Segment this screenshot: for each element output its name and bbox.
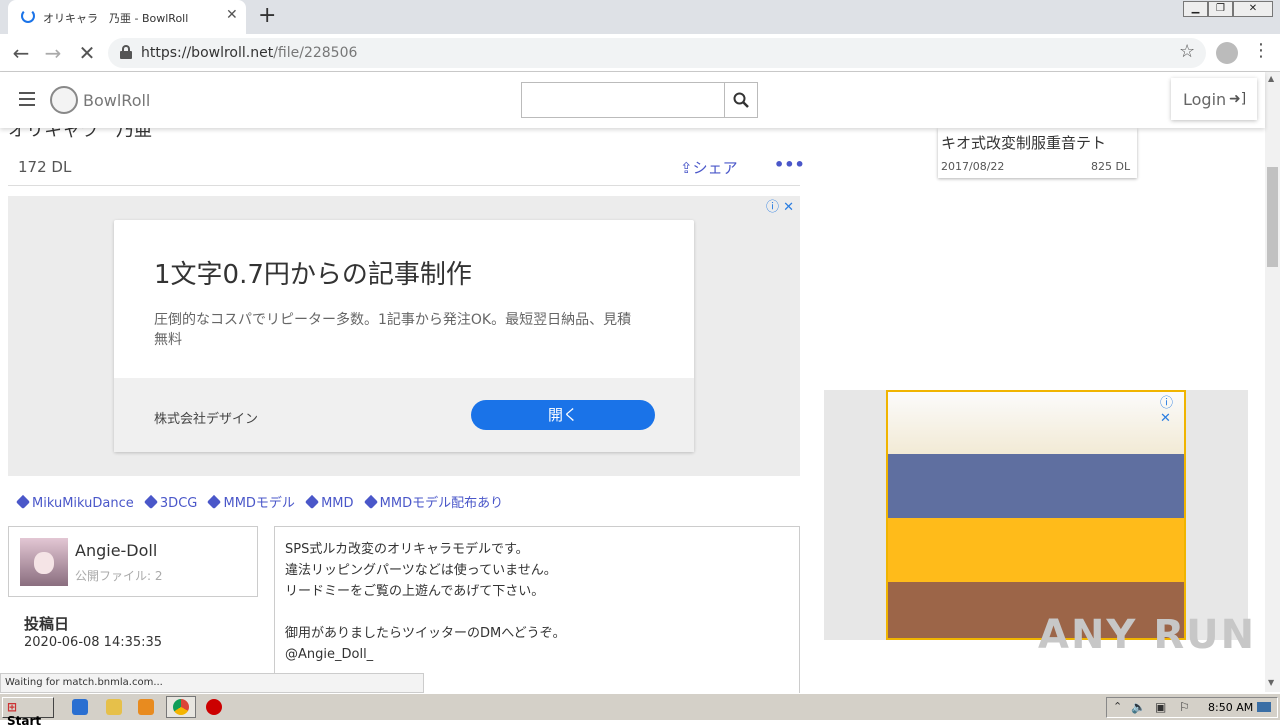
tag-item[interactable]: MikuMikuDance: [15, 494, 134, 511]
sign-in-icon: ➜]: [1229, 91, 1247, 107]
restore-button[interactable]: ❐: [1208, 1, 1233, 17]
tag-item[interactable]: MMDモデル配布あり: [363, 494, 503, 511]
tab-title: オリキャラ 乃亜 - BowlRoll: [43, 12, 189, 25]
profile-avatar-icon[interactable]: [1216, 42, 1238, 64]
more-options-button[interactable]: •••: [774, 155, 805, 174]
search-button[interactable]: [724, 82, 758, 118]
related-file-date: 2017/08/22: [941, 160, 1005, 173]
close-window-button[interactable]: ✕: [1233, 1, 1273, 17]
tag-icon: [143, 494, 158, 510]
volume-icon[interactable]: 🔈: [1131, 700, 1146, 714]
scroll-up-icon[interactable]: ▲: [1268, 74, 1274, 83]
advertisement-banner[interactable]: ⓘ ✕ 1文字0.7円からの記事制作 圧倒的なコスパでリピーター多数。1記事から…: [8, 196, 800, 476]
share-label: シェア: [692, 159, 738, 177]
tag-item[interactable]: MMDモデル: [207, 494, 295, 511]
sidebar-ad-frame: ⓘ ✕: [824, 390, 1248, 640]
tag-icon: [305, 494, 320, 510]
taskbar: ⊞ Start ⌃ 🔈 ▣ ⚐ 8:50 AM: [0, 693, 1280, 728]
hamburger-menu-icon[interactable]: [19, 92, 35, 106]
search-input[interactable]: [521, 82, 725, 118]
forward-arrow-icon[interactable]: →: [40, 40, 66, 66]
lock-icon: [120, 45, 132, 59]
description-line: 違法リッピングパーツなどは使っていません。: [285, 563, 557, 578]
scroll-down-icon[interactable]: ▼: [1268, 678, 1274, 687]
download-count: 172 DL: [18, 158, 72, 176]
ad-headline[interactable]: 1文字0.7円からの記事制作: [154, 254, 472, 291]
ad-footer: 株式会社デザイン 開く: [114, 378, 694, 452]
tag-list: MikuMikuDance 3DCG MMDモデル MMD MMDモデル配布あり: [15, 492, 511, 511]
show-desktop-icon[interactable]: [1257, 702, 1271, 712]
watermark: ANY RUN: [1038, 612, 1257, 658]
site-header: BowlRoll Login ➜]: [0, 72, 1265, 128]
file-description: SPS式ルカ改変のオリキャラモデルです。 違法リッピングパーツなどは使っていませ…: [274, 526, 800, 696]
adchoices-icon[interactable]: ⓘ ✕: [1160, 392, 1184, 426]
related-file-card[interactable]: キオ式改変制服重音テト 2017/08/22 825 DL: [938, 128, 1137, 178]
flag-icon[interactable]: ⚐: [1179, 700, 1190, 714]
browser-tab-bar: オリキャラ 乃亜 - BowlRoll ✕ + ▁ ❐ ✕: [0, 0, 1280, 34]
stop-sign-icon[interactable]: [206, 699, 222, 715]
ad-open-button[interactable]: 開く: [471, 400, 655, 430]
address-bar[interactable]: https://bowlroll.net/file/228506 ☆: [108, 38, 1206, 68]
bookmark-star-icon[interactable]: ☆: [1179, 41, 1195, 62]
avatar[interactable]: [20, 538, 68, 586]
description-line: リードミーをご覧の上遊んであげて下さい。: [285, 584, 545, 599]
network-icon[interactable]: ▣: [1155, 700, 1166, 714]
author-file-count: 公開ファイル: 2: [75, 569, 163, 583]
status-bubble: Waiting for match.bnmla.com...: [0, 673, 424, 693]
new-tab-button[interactable]: +: [258, 4, 276, 28]
login-button[interactable]: Login ➜]: [1171, 78, 1257, 120]
scroll-thumb[interactable]: [1267, 167, 1278, 267]
tag-item[interactable]: 3DCG: [143, 494, 197, 511]
share-button[interactable]: ⇪シェア: [680, 157, 738, 178]
ad-card[interactable]: 1文字0.7円からの記事制作 圧倒的なコスパでリピーター多数。1記事から発注OK…: [114, 220, 694, 452]
media-player-icon[interactable]: [138, 699, 154, 715]
ad-company: 株式会社デザイン: [154, 412, 259, 427]
description-line: SPS式ルカ改変のオリキャラモデルです。: [285, 542, 529, 557]
related-file-title[interactable]: キオ式改変制服重音テト: [941, 132, 1106, 153]
ie-icon[interactable]: [72, 699, 88, 715]
author-card[interactable]: Angie-Doll 公開ファイル: 2: [8, 526, 258, 597]
adchoices-icon[interactable]: ⓘ ✕: [766, 196, 794, 215]
search-icon: [733, 92, 749, 108]
tag-icon: [363, 494, 378, 510]
related-file-downloads: 825 DL: [1091, 160, 1131, 173]
chrome-taskbar-button[interactable]: [166, 696, 196, 718]
browser-menu-icon[interactable]: ⋮: [1252, 40, 1270, 61]
tag-item[interactable]: MMD: [305, 494, 354, 511]
url-text[interactable]: https://bowlroll.net/file/228506: [141, 45, 357, 61]
loading-spinner-icon: [21, 9, 35, 23]
start-button[interactable]: ⊞ Start: [2, 697, 54, 728]
back-arrow-icon[interactable]: ←: [8, 40, 34, 66]
post-date-label: 投稿日: [24, 615, 70, 633]
windows-logo-icon: ⊞: [7, 700, 18, 714]
share-icon: ⇪: [680, 159, 693, 177]
tag-icon: [207, 494, 222, 510]
folder-icon[interactable]: [106, 699, 122, 715]
tray-expand-icon[interactable]: ⌃: [1113, 700, 1122, 713]
clock[interactable]: 8:50 AM: [1208, 701, 1253, 714]
description-line: 御用がありましたらツイッターのDMへどうぞ。: [285, 626, 566, 641]
description-line: [285, 602, 566, 623]
post-date: 2020-06-08 14:35:35: [24, 635, 163, 650]
browser-tab[interactable]: オリキャラ 乃亜 - BowlRoll ✕: [8, 0, 246, 34]
ad-body: 圧倒的なコスパでリピーター多数。1記事から発注OK。最短翌日納品、見積無料: [154, 312, 632, 348]
divider: [8, 185, 800, 186]
sidebar-advertisement[interactable]: ⓘ ✕: [886, 390, 1186, 640]
page-scrollbar[interactable]: ▲ ▼: [1265, 72, 1280, 692]
chrome-icon: [173, 699, 189, 715]
site-logo[interactable]: BowlRoll: [83, 91, 150, 110]
minimize-button[interactable]: ▁: [1183, 1, 1208, 17]
description-line: @Angie_Doll_: [285, 647, 374, 662]
logo-icon[interactable]: [50, 86, 78, 114]
tag-icon: [15, 494, 31, 510]
tab-close-icon[interactable]: ✕: [226, 7, 238, 23]
author-name[interactable]: Angie-Doll: [75, 541, 157, 560]
login-label: Login: [1183, 90, 1227, 109]
stop-loading-icon[interactable]: ✕: [74, 40, 100, 66]
browser-toolbar: ← → ✕ https://bowlroll.net/file/228506 ☆: [0, 34, 1280, 72]
